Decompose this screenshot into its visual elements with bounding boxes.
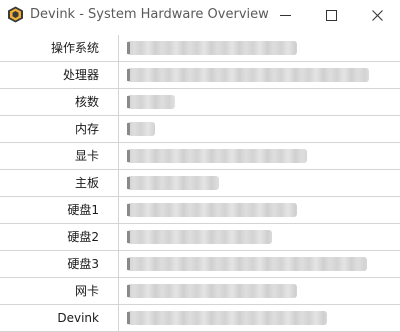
spec-label: 主板 xyxy=(74,176,99,190)
spec-label: 处理器 xyxy=(62,68,99,82)
spec-value-redacted[interactable] xyxy=(127,230,272,244)
spec-row: 显卡 xyxy=(0,143,400,170)
redacted-glyph xyxy=(127,204,130,216)
hardware-spec-grid: 操作系统处理器核数内存显卡主板硬盘1 硬盘2 硬盘3 网卡 Devink xyxy=(0,35,400,332)
close-button[interactable] xyxy=(354,0,400,30)
spec-label: 核数 xyxy=(74,95,99,109)
redacted-glyph xyxy=(127,285,130,297)
redacted-glyph xyxy=(127,123,130,135)
redacted-glyph xyxy=(127,258,130,270)
redacted-value-block xyxy=(127,284,297,298)
spec-value-redacted[interactable] xyxy=(127,203,297,217)
spec-value-redacted[interactable] xyxy=(127,41,297,55)
app-window: Devink - System Hardware Overview 操作系统处理… xyxy=(0,0,400,332)
spec-row: 处理器 xyxy=(0,62,400,89)
spec-label: 硬盘1 xyxy=(67,203,99,217)
spec-value-redacted[interactable] xyxy=(127,311,327,325)
redacted-glyph xyxy=(127,312,130,324)
column-divider xyxy=(118,251,119,277)
close-icon xyxy=(371,9,383,21)
spec-row: 硬盘3 xyxy=(0,251,400,278)
redacted-value-block xyxy=(127,95,175,109)
maximize-icon xyxy=(325,9,337,21)
spec-value-redacted[interactable] xyxy=(127,284,297,298)
redacted-value-block xyxy=(127,311,327,325)
spec-row: 内存 xyxy=(0,116,400,143)
redacted-glyph xyxy=(127,150,130,162)
spec-label: 内存 xyxy=(74,122,99,136)
spec-row: 网卡 xyxy=(0,278,400,305)
redacted-value-block xyxy=(127,230,272,244)
spec-row: Devink xyxy=(0,305,400,332)
column-divider xyxy=(118,143,119,169)
title-bar[interactable]: Devink - System Hardware Overview xyxy=(0,0,400,30)
column-divider xyxy=(118,116,119,142)
devink-app-icon xyxy=(7,6,24,23)
spec-row: 硬盘1 xyxy=(0,197,400,224)
column-divider xyxy=(118,62,119,88)
spec-row: 操作系统 xyxy=(0,35,400,62)
spec-value-redacted[interactable] xyxy=(127,68,369,82)
spec-value-redacted[interactable] xyxy=(127,257,367,271)
spec-label: 硬盘2 xyxy=(67,230,99,244)
spec-value-redacted[interactable] xyxy=(127,176,219,190)
spec-value-redacted[interactable] xyxy=(127,122,155,136)
column-divider xyxy=(118,224,119,250)
column-divider xyxy=(118,278,119,304)
column-divider xyxy=(118,89,119,115)
redacted-glyph xyxy=(127,96,130,108)
redacted-value-block xyxy=(127,68,369,82)
minimize-icon xyxy=(279,10,291,21)
spec-label: Devink xyxy=(57,311,99,325)
column-divider xyxy=(118,170,119,196)
column-divider xyxy=(118,305,119,331)
redacted-value-block xyxy=(127,203,297,217)
window-title: Devink - System Hardware Overview xyxy=(30,7,269,22)
redacted-value-block xyxy=(127,41,297,55)
redacted-glyph xyxy=(127,231,130,243)
redacted-glyph xyxy=(127,42,130,54)
redacted-value-block xyxy=(127,257,367,271)
spec-label: 硬盘3 xyxy=(67,257,99,271)
column-divider xyxy=(118,197,119,223)
redacted-glyph xyxy=(127,69,130,81)
redacted-value-block xyxy=(127,122,155,136)
spec-value-redacted[interactable] xyxy=(127,95,175,109)
spec-label: 显卡 xyxy=(74,149,99,163)
spec-label: 网卡 xyxy=(74,284,99,298)
spec-value-redacted[interactable] xyxy=(127,149,307,163)
spec-row: 主板 xyxy=(0,170,400,197)
redacted-value-block xyxy=(127,176,219,190)
spec-row: 硬盘2 xyxy=(0,224,400,251)
spec-row: 核数 xyxy=(0,89,400,116)
maximize-button[interactable] xyxy=(308,0,354,30)
minimize-button[interactable] xyxy=(262,0,308,30)
column-divider xyxy=(118,35,119,61)
redacted-glyph xyxy=(127,177,130,189)
redacted-value-block xyxy=(127,149,307,163)
spec-label: 操作系统 xyxy=(50,41,99,55)
